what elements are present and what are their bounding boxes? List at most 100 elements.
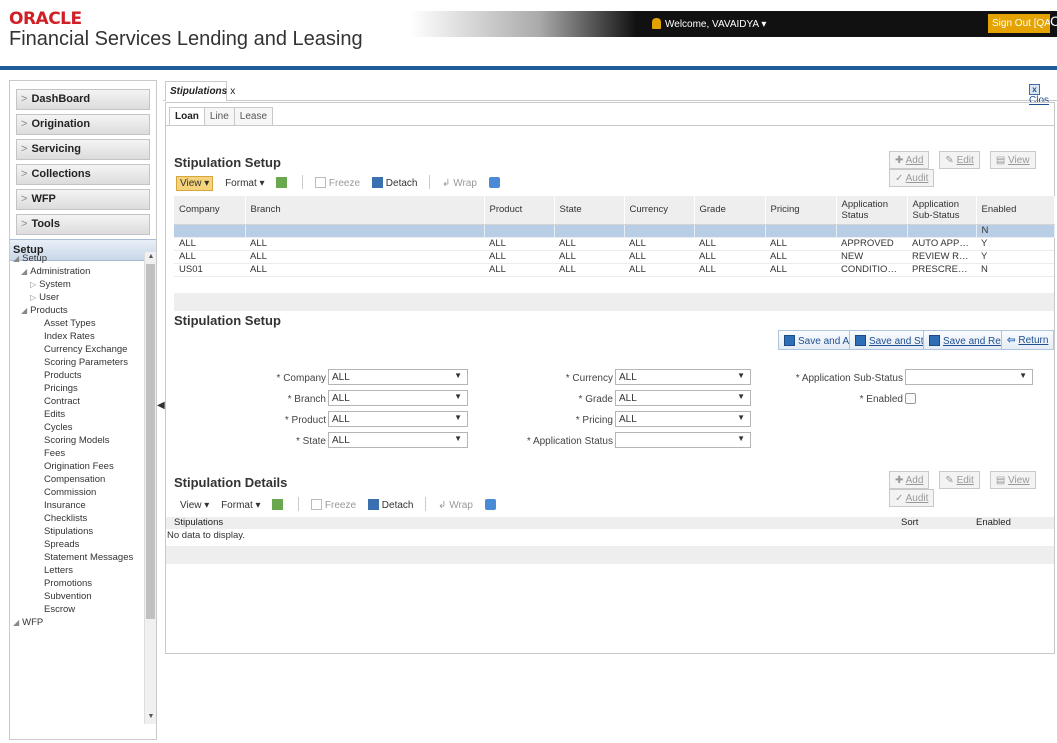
tree-item[interactable]: Escrow [10,603,144,616]
state-select[interactable]: ALL ▼ [328,432,468,448]
tree-item[interactable]: Stipulations [10,525,144,538]
collapse-icon[interactable]: ◢ [13,618,19,627]
expand-icon[interactable]: ▷ [30,293,36,302]
column-header[interactable]: Pricing [765,196,837,225]
details-wrap-button[interactable]: ↲ Wrap [438,500,473,511]
tree-item[interactable]: ▷ User [10,291,144,304]
table-row[interactable]: ALLALLALLALLALLALLALLAPPROVEDAUTO APPROV… [174,237,1054,251]
wrap-button[interactable]: ↲ Wrap [442,178,477,189]
nav-origination[interactable]: > Origination [16,114,150,135]
details-view-menu[interactable]: View ▾ [180,500,209,511]
nav-tools[interactable]: > Tools [16,214,150,235]
tree-item[interactable]: Compensation [10,473,144,486]
tree-item[interactable]: Spreads [10,538,144,551]
tree-item[interactable]: ▷ System [10,278,144,291]
tree-item[interactable]: Statement Messages [10,551,144,564]
currency-select[interactable]: ALL ▼ [615,369,751,385]
column-header[interactable]: Application Status [836,196,908,225]
sign-out-button[interactable]: Sign Out [QA [988,14,1050,33]
column-header[interactable]: Enabled [976,196,1055,225]
tree-item[interactable]: Origination Fees [10,460,144,473]
sort-column[interactable]: Sort [901,517,918,528]
column-header[interactable]: State [554,196,625,225]
enabled-checkbox[interactable] [905,393,916,404]
edit-button[interactable]: ✎ Edit [939,151,980,169]
branch-select[interactable]: ALL ▼ [328,390,468,406]
grade-select[interactable]: ALL ▼ [615,390,751,406]
subtab-loan[interactable]: Loan [169,107,205,126]
audit-button[interactable]: ✓ Audit [889,169,935,187]
tree-item[interactable]: Currency Exchange [10,343,144,356]
nav-collections[interactable]: > Collections [16,164,150,185]
column-header[interactable]: Branch [245,196,485,225]
nav-dashboard[interactable]: > DashBoard [16,89,150,110]
sidebar-scrollbar[interactable]: ▲ ▼ [144,252,156,724]
table-row[interactable]: ALLALLALLALLALLALLALLNEWREVIEW REQUIREDY [174,250,1054,264]
export-icon[interactable] [272,499,286,511]
collapse-icon[interactable]: ◢ [13,254,19,263]
tree-item[interactable]: Fees [10,447,144,460]
search-icon[interactable]: C [1050,13,1057,29]
tree-item[interactable]: Promotions [10,577,144,590]
tree-item[interactable]: Checklists [10,512,144,525]
refresh-icon[interactable] [488,177,503,189]
tree-item[interactable]: Products [10,369,144,382]
column-header[interactable]: Grade [694,196,766,225]
enabled-column[interactable]: Enabled [976,517,1011,528]
details-detach-button[interactable]: Detach [367,499,413,511]
expand-icon[interactable]: ▷ [30,280,36,289]
pricing-select[interactable]: ALL ▼ [615,411,751,427]
scroll-thumb[interactable] [146,264,155,619]
view-button[interactable]: ▤ View [989,151,1036,169]
collapse-icon[interactable]: ◢ [21,306,27,315]
product-select[interactable]: ALL ▼ [328,411,468,427]
stipulations-column[interactable]: Stipulations [174,517,223,528]
column-header[interactable]: Application Sub-Status [907,196,977,225]
subtab-lease[interactable]: Lease [233,107,274,126]
user-menu[interactable]: Welcome, VAVAIDYA ▾ [652,18,766,30]
tree-item[interactable]: Scoring Models [10,434,144,447]
freeze-button[interactable]: Freeze [314,177,360,189]
tree-item[interactable]: Insurance [10,499,144,512]
company-select[interactable]: ALL ▼ [328,369,468,385]
subtab-line[interactable]: Line [203,107,235,126]
format-menu[interactable]: Format ▾ [225,178,264,189]
scroll-down-icon[interactable]: ▼ [146,713,156,723]
table-row[interactable]: US01 ALL ALL ALL ALL ALL ALL CONDITIONED PRESCRE… [174,263,1054,277]
tree-item[interactable]: Letters [10,564,144,577]
application-status-select[interactable]: ▼ [615,432,751,448]
close-tab-icon[interactable]: x [230,86,235,97]
tree-item[interactable]: Contract [10,395,144,408]
tree-item[interactable]: Cycles [10,421,144,434]
tree-item[interactable]: Scoring Parameters [10,356,144,369]
nav-wfp[interactable]: > WFP [16,189,150,210]
return-button[interactable]: ⇦ Return [1001,330,1055,350]
details-add-button[interactable]: ✚ Add [889,471,930,489]
details-audit-button[interactable]: ✓ Audit [889,489,935,507]
column-header[interactable]: Product [484,196,555,225]
nav-servicing[interactable]: > Servicing [16,139,150,160]
export-icon[interactable] [276,177,290,189]
application-sub-status-select[interactable]: ▼ [905,369,1033,385]
details-freeze-button[interactable]: Freeze [310,499,356,511]
add-button[interactable]: ✚ Add [889,151,930,169]
tree-item[interactable]: Subvention [10,590,144,603]
tree-item[interactable]: ◢ WFP [10,616,144,629]
tree-item[interactable]: ◢ Setup [10,252,144,265]
table-row[interactable]: N [174,224,1055,238]
tree-item[interactable]: ◢ Administration [10,265,144,278]
tree-item[interactable]: Index Rates [10,330,144,343]
details-view-button[interactable]: ▤ View [989,471,1036,489]
tree-item[interactable]: ◢ Products [10,304,144,317]
tree-item[interactable]: Pricings [10,382,144,395]
tree-item[interactable]: Commission [10,486,144,499]
column-header[interactable]: Currency [624,196,695,225]
detach-button[interactable]: Detach [371,177,417,189]
tab-stipulations[interactable]: Stipulations x [165,81,235,101]
column-header[interactable]: Company [174,196,246,225]
view-menu[interactable]: View ▾ [176,176,214,191]
collapse-icon[interactable]: ◢ [21,267,27,276]
scroll-up-icon[interactable]: ▲ [146,253,156,263]
tree-item[interactable]: Edits [10,408,144,421]
details-format-menu[interactable]: Format ▾ [221,500,260,511]
